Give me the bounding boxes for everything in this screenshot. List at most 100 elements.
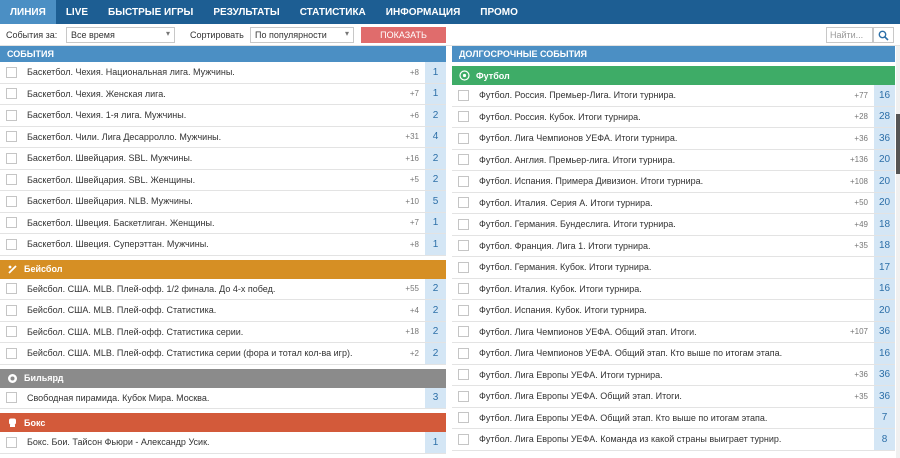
event-checkbox[interactable] — [458, 326, 469, 338]
event-checkbox[interactable] — [6, 304, 17, 316]
event-row[interactable]: Футбол. Италия. Серия А. Итоги турнира. +… — [452, 192, 895, 214]
event-checkbox[interactable] — [458, 89, 469, 101]
event-checkbox[interactable] — [458, 347, 469, 359]
event-row[interactable]: Баскетбол. Чили. Лига Десарролло. Мужчин… — [0, 126, 446, 148]
event-title[interactable]: Футбол. Англия. Премьер-лига. Итоги турн… — [479, 155, 850, 165]
event-checkbox[interactable] — [458, 132, 469, 144]
event-checkbox[interactable] — [458, 240, 469, 252]
event-row[interactable]: Футбол. Лига Европы УЕФА. Итоги турнира.… — [452, 364, 895, 386]
event-title[interactable]: Футбол. Лига Европы УЕФА. Общий этап. Кт… — [479, 413, 868, 423]
event-row[interactable]: Бокс. Бои. Тайсон Фьюри - Александр Усик… — [0, 432, 446, 454]
event-count[interactable]: 2 — [425, 300, 446, 321]
event-title[interactable]: Бейсбол. США. MLB. Плей-офф. Статистика … — [27, 348, 410, 358]
event-count[interactable]: 36 — [874, 364, 895, 385]
event-checkbox[interactable] — [6, 109, 17, 121]
event-count[interactable]: 20 — [874, 300, 895, 321]
event-title[interactable]: Баскетбол. Чехия. Женская лига. — [27, 89, 410, 99]
event-row[interactable]: Бейсбол. США. MLB. Плей-офф. Статистика … — [0, 321, 446, 343]
event-count[interactable]: 18 — [874, 214, 895, 235]
nav-item[interactable]: ПРОМО — [470, 0, 528, 24]
page-scrollbar[interactable] — [896, 46, 900, 458]
event-checkbox[interactable] — [6, 436, 17, 448]
event-count[interactable]: 36 — [874, 321, 895, 342]
event-title[interactable]: Футбол. Испания. Кубок. Итоги турнира. — [479, 305, 868, 315]
event-count[interactable]: 2 — [425, 169, 446, 190]
event-count[interactable]: 2 — [425, 278, 446, 299]
event-title[interactable]: Футбол. Лига Европы УЕФА. Общий этап. Ит… — [479, 391, 854, 401]
event-row[interactable]: Баскетбол. Швейцария. NLB. Мужчины. +10 5 — [0, 191, 446, 213]
event-row[interactable]: Баскетбол. Чехия. Женская лига. +7 1 — [0, 83, 446, 105]
event-count[interactable]: 17 — [874, 257, 895, 278]
event-checkbox[interactable] — [6, 238, 17, 250]
event-count[interactable]: 28 — [874, 106, 895, 127]
event-title[interactable]: Баскетбол. Чехия. Национальная лига. Муж… — [27, 67, 410, 77]
event-count[interactable]: 4 — [425, 126, 446, 147]
event-row[interactable]: Футбол. Лига Чемпионов УЕФА. Общий этап.… — [452, 343, 895, 365]
event-row[interactable]: Футбол. Германия. Кубок. Итоги турнира. 1… — [452, 257, 895, 279]
event-count[interactable]: 36 — [874, 386, 895, 407]
event-title[interactable]: Футбол. Лига Чемпионов УЕФА. Общий этап.… — [479, 348, 868, 358]
event-row[interactable]: Футбол. Лига Европы УЕФА. Общий этап. Кт… — [452, 407, 895, 429]
event-row[interactable]: Свободная пирамида. Кубок Мира. Москва. 3 — [0, 387, 446, 409]
event-count[interactable]: 8 — [874, 429, 895, 450]
event-title[interactable]: Бейсбол. США. MLB. Плей-офф. Статистика. — [27, 305, 410, 315]
event-count[interactable]: 16 — [874, 278, 895, 299]
event-count[interactable]: 3 — [425, 387, 446, 408]
event-checkbox[interactable] — [458, 261, 469, 273]
event-row[interactable]: Футбол. Италия. Кубок. Итоги турнира. 16 — [452, 278, 895, 300]
event-title[interactable]: Футбол. Лига Европы УЕФА. Команда из как… — [479, 434, 868, 444]
event-row[interactable]: Футбол. Лига Чемпионов УЕФА. Общий этап.… — [452, 321, 895, 343]
event-count[interactable]: 18 — [874, 235, 895, 256]
event-row[interactable]: Футбол. Лига Чемпионов УЕФА. Итоги турни… — [452, 128, 895, 150]
event-title[interactable]: Футбол. Италия. Серия А. Итоги турнира. — [479, 198, 854, 208]
event-checkbox[interactable] — [458, 197, 469, 209]
event-count[interactable]: 16 — [874, 85, 895, 106]
event-title[interactable]: Бейсбол. США. MLB. Плей-офф. 1/2 финала.… — [27, 284, 405, 294]
nav-item[interactable]: ЛИНИЯ — [0, 0, 56, 24]
event-checkbox[interactable] — [6, 152, 17, 164]
event-row[interactable]: Футбол. Англия. Премьер-лига. Итоги турн… — [452, 149, 895, 171]
search-input[interactable]: Найти... — [826, 27, 873, 43]
event-title[interactable]: Баскетбол. Швеция. Суперэттан. Мужчины. — [27, 239, 410, 249]
event-count[interactable]: 20 — [874, 149, 895, 170]
event-title[interactable]: Баскетбол. Швейцария. SBL. Женщины. — [27, 175, 410, 185]
event-count[interactable]: 7 — [874, 407, 895, 428]
event-title[interactable]: Футбол. Франция. Лига 1. Итоги турнира. — [479, 241, 854, 251]
event-row[interactable]: Бейсбол. США. MLB. Плей-офф. 1/2 финала.… — [0, 278, 446, 300]
event-row[interactable]: Баскетбол. Швейцария. SBL. Мужчины. +16 2 — [0, 148, 446, 170]
event-title[interactable]: Футбол. Россия. Кубок. Итоги турнира. — [479, 112, 854, 122]
event-checkbox[interactable] — [458, 369, 469, 381]
event-checkbox[interactable] — [458, 304, 469, 316]
event-checkbox[interactable] — [458, 218, 469, 230]
nav-item[interactable]: ИНФОРМАЦИЯ — [376, 0, 471, 24]
search-button[interactable] — [873, 27, 894, 43]
event-checkbox[interactable] — [6, 347, 17, 359]
event-row[interactable]: Футбол. Германия. Бундеслига. Итоги турн… — [452, 214, 895, 236]
event-checkbox[interactable] — [458, 175, 469, 187]
event-checkbox[interactable] — [6, 131, 17, 143]
nav-item[interactable]: РЕЗУЛЬТАТЫ — [203, 0, 289, 24]
events-period-select[interactable]: Все время ▾ — [66, 27, 175, 43]
scrollbar-thumb[interactable] — [896, 114, 900, 174]
event-checkbox[interactable] — [6, 195, 17, 207]
event-row[interactable]: Бейсбол. США. MLB. Плей-офф. Статистика … — [0, 343, 446, 365]
show-button[interactable]: ПОКАЗАТЬ — [361, 27, 446, 43]
event-checkbox[interactable] — [6, 392, 17, 404]
event-checkbox[interactable] — [6, 217, 17, 229]
event-title[interactable]: Бейсбол. США. MLB. Плей-офф. Статистика … — [27, 327, 405, 337]
event-checkbox[interactable] — [458, 412, 469, 424]
event-row[interactable]: Футбол. Лига Европы УЕФА. Общий этап. Ит… — [452, 386, 895, 408]
event-title[interactable]: Свободная пирамида. Кубок Мира. Москва. — [27, 393, 419, 403]
event-row[interactable]: Баскетбол. Швеция. Суперэттан. Мужчины. +… — [0, 234, 446, 256]
event-checkbox[interactable] — [458, 433, 469, 445]
event-row[interactable]: Футбол. Лига Европы УЕФА. Команда из как… — [452, 429, 895, 451]
event-count[interactable]: 20 — [874, 171, 895, 192]
event-count[interactable]: 1 — [425, 212, 446, 233]
event-count[interactable]: 20 — [874, 192, 895, 213]
event-checkbox[interactable] — [458, 283, 469, 295]
event-title[interactable]: Футбол. Германия. Кубок. Итоги турнира. — [479, 262, 868, 272]
event-row[interactable]: Футбол. Россия. Премьер-Лига. Итоги турн… — [452, 85, 895, 107]
event-count[interactable]: 1 — [425, 62, 446, 83]
event-checkbox[interactable] — [458, 390, 469, 402]
sport-header-baseball[interactable]: Бейсбол — [0, 259, 446, 279]
